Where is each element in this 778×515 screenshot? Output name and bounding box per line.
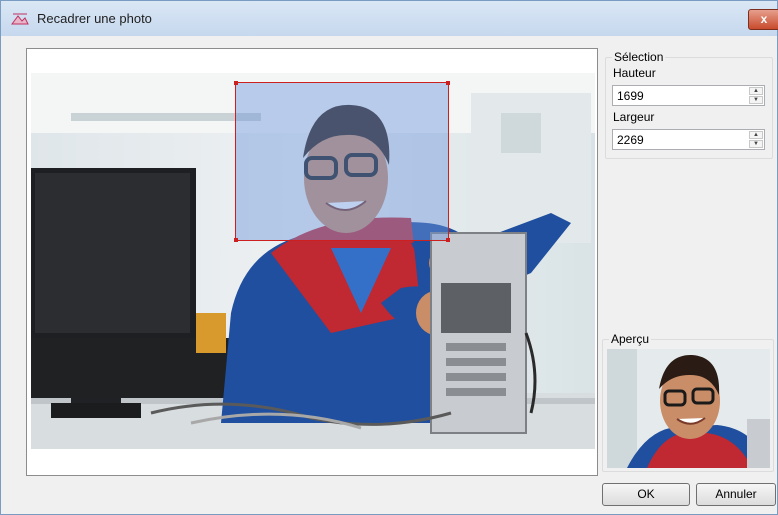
preview-group: Aperçu (602, 332, 774, 472)
crop-handle-top-right[interactable] (446, 81, 450, 85)
height-spinbox[interactable]: 1699 ▲ ▼ (612, 85, 765, 106)
photo-image[interactable] (31, 73, 595, 449)
crop-handle-bottom-right[interactable] (446, 238, 450, 242)
window-title: Recadrer une photo (37, 11, 152, 26)
width-increment-button[interactable]: ▲ (749, 131, 763, 139)
dialog-body: Sélection Hauteur 1699 ▲ ▼ Largeur 2269 … (5, 36, 776, 510)
crop-selection-rectangle[interactable] (234, 81, 450, 242)
width-spinbox[interactable]: 2269 ▲ ▼ (612, 129, 765, 150)
close-button[interactable]: x (748, 9, 778, 30)
width-value[interactable]: 2269 (617, 133, 644, 147)
ok-button[interactable]: OK (602, 483, 690, 506)
preview-illustration (607, 349, 770, 468)
height-label: Hauteur (613, 66, 656, 80)
crop-handle-top-left[interactable] (234, 81, 238, 85)
height-decrement-button[interactable]: ▼ (749, 96, 763, 104)
crop-handle-bottom-left[interactable] (234, 238, 238, 242)
photo-canvas (26, 48, 598, 476)
selection-group: Sélection Hauteur 1699 ▲ ▼ Largeur 2269 … (605, 50, 773, 159)
height-increment-button[interactable]: ▲ (749, 87, 763, 95)
width-label: Largeur (613, 110, 655, 124)
cancel-button[interactable]: Annuler (696, 483, 776, 506)
title-bar[interactable]: Recadrer une photo x (1, 1, 778, 36)
width-decrement-button[interactable]: ▼ (749, 140, 763, 148)
height-value[interactable]: 1699 (617, 89, 644, 103)
selection-legend: Sélection (612, 50, 666, 64)
close-icon: x (760, 12, 768, 26)
crop-photo-dialog: Recadrer une photo x Sélection Hauteur 1… (0, 0, 778, 515)
preview-image (607, 349, 770, 468)
preview-legend: Aperçu (609, 332, 652, 346)
crop-photo-icon (11, 13, 29, 25)
